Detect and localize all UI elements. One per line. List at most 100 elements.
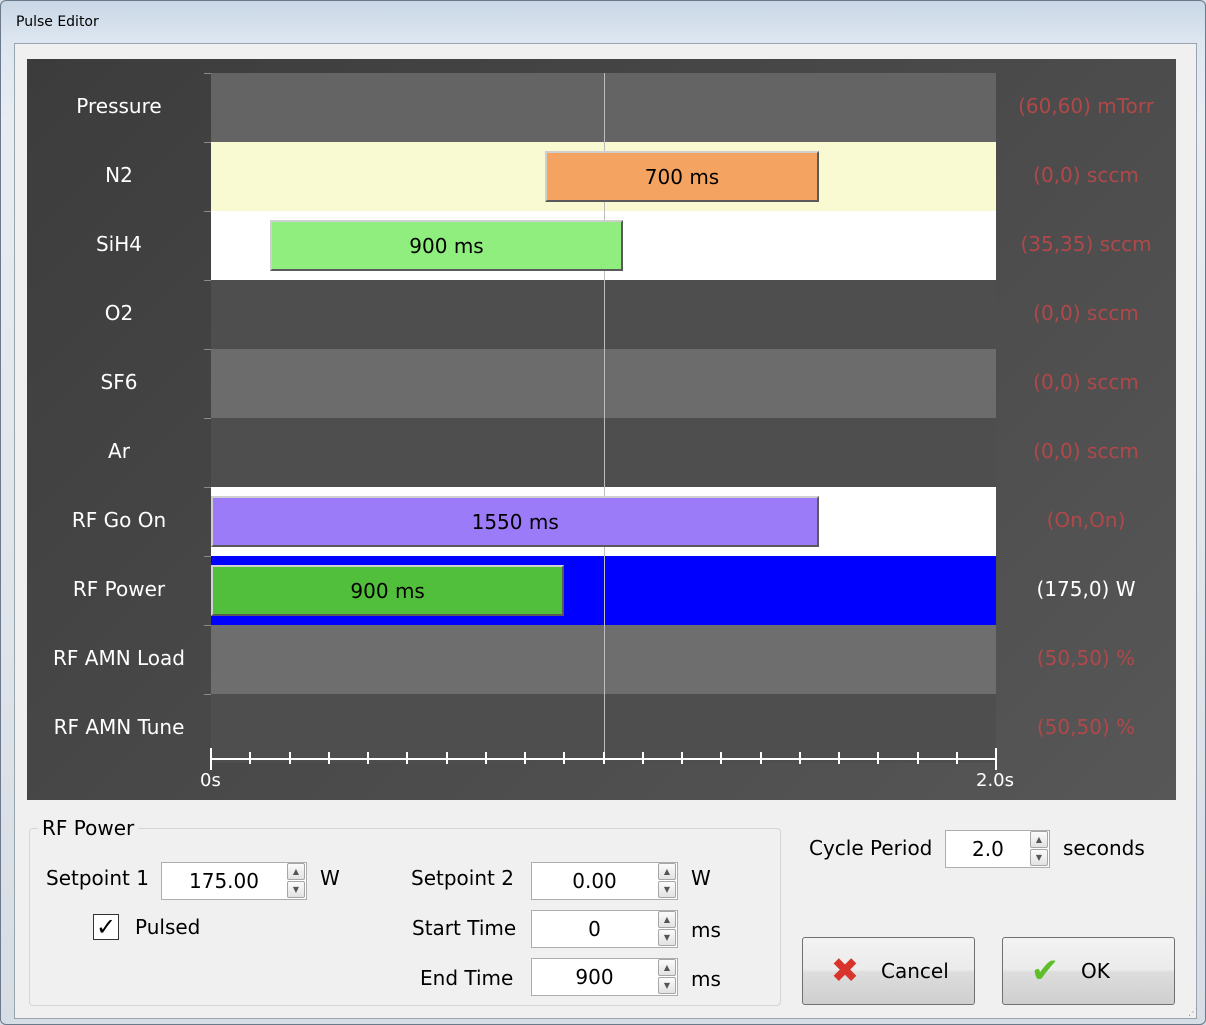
start-time-spinner[interactable]: 0 ▲ ▼ <box>531 910 678 948</box>
axis-tick <box>524 752 526 764</box>
axis-tick <box>288 752 291 764</box>
row-value: (0,0) sccm <box>1033 301 1139 325</box>
row-divider-tick <box>204 487 211 488</box>
pulsed-label: Pulsed <box>135 915 201 939</box>
pulse-bar-label: 900 ms <box>350 578 425 603</box>
cycle-period-spinner[interactable]: 2.0 ▲ ▼ <box>945 830 1050 868</box>
start-time-input[interactable]: 0 <box>532 911 657 947</box>
pulse-bar-label: 700 ms <box>644 164 720 189</box>
cycle-period-unit: seconds <box>1063 836 1145 860</box>
axis-tick <box>720 752 723 764</box>
setpoint2-label: Setpoint 2 <box>411 866 514 890</box>
pulse-bar-label: 1550 ms <box>471 509 559 534</box>
checkmark-icon: ✓ <box>95 913 117 941</box>
row-value: (175,0) W <box>1036 577 1136 601</box>
cancel-button[interactable]: ✖ Cancel <box>802 937 975 1005</box>
axis-tick <box>445 752 448 764</box>
cycle-period-input[interactable]: 2.0 <box>946 831 1029 867</box>
row-divider-tick <box>204 694 211 695</box>
start-time-down-button[interactable]: ▼ <box>658 929 676 946</box>
end-time-spinner[interactable]: 900 ▲ ▼ <box>531 958 678 996</box>
row-value: (50,50) % <box>1036 646 1136 670</box>
axis-tick <box>916 752 919 764</box>
axis-tick <box>484 752 487 764</box>
row-divider-tick <box>204 418 211 419</box>
cancel-button-label: Cancel <box>881 959 949 983</box>
pulse-bar-label: 900 ms <box>409 233 484 258</box>
end-time-down-button[interactable]: ▼ <box>658 977 676 994</box>
row-label: Ar <box>108 439 130 463</box>
row-label: SiH4 <box>95 232 142 256</box>
green-check-icon: ✔ <box>1030 951 1060 991</box>
axis-tick <box>210 748 212 770</box>
pulsed-checkbox[interactable]: ✓ <box>93 914 119 940</box>
row-divider-tick <box>204 211 211 212</box>
start-time-up-button[interactable]: ▲ <box>658 911 676 928</box>
pulse-bar[interactable]: 1550 ms <box>211 496 820 547</box>
row-label: N2 <box>105 163 133 187</box>
end-time-up-button[interactable]: ▲ <box>658 959 676 976</box>
ok-button[interactable]: ✔ OK <box>1002 937 1175 1005</box>
setpoint1-down-button[interactable]: ▼ <box>287 881 305 898</box>
row-value: (0,0) sccm <box>1033 370 1139 394</box>
setpoint1-spinner[interactable]: 175.00 ▲ ▼ <box>161 862 307 900</box>
setpoint2-unit: W <box>691 866 711 890</box>
row-divider-tick <box>204 556 211 557</box>
row-label: RF AMN Load <box>53 646 185 670</box>
row-value: (0,0) sccm <box>1033 439 1139 463</box>
row-divider-tick <box>204 280 211 281</box>
axis-tick <box>877 752 880 764</box>
setpoint1-input[interactable]: 175.00 <box>162 863 286 899</box>
row-label: O2 <box>104 301 134 325</box>
axis-tick <box>955 752 958 764</box>
setpoint2-down-button[interactable]: ▼ <box>658 881 676 898</box>
axis-tick <box>641 752 644 764</box>
axis-start-label: 0s <box>200 770 221 791</box>
rf-power-group-title: RF Power <box>38 816 139 840</box>
start-time-unit: ms <box>691 918 721 942</box>
setpoint1-label: Setpoint 1 <box>46 866 149 890</box>
red-x-icon: ✖ <box>830 951 860 991</box>
axis-tick <box>798 752 801 764</box>
row-divider-tick <box>204 142 211 143</box>
row-divider-tick <box>204 349 211 350</box>
row-divider-tick <box>204 73 211 74</box>
axis-tick <box>367 752 369 764</box>
row-value: (0,0) sccm <box>1033 163 1139 187</box>
end-time-input[interactable]: 900 <box>532 959 657 995</box>
setpoint2-input[interactable]: 0.00 <box>532 863 657 899</box>
resize-grip-icon[interactable]: ⋰ <box>1188 1007 1200 1019</box>
pulse-bar[interactable]: 900 ms <box>211 565 565 616</box>
setpoint2-up-button[interactable]: ▲ <box>658 863 676 880</box>
cycle-period-label: Cycle Period <box>809 836 933 860</box>
pulse-bar[interactable]: 900 ms <box>269 220 624 271</box>
axis-tick <box>759 752 762 764</box>
axis-tick <box>681 752 683 764</box>
row-divider-tick <box>204 625 211 626</box>
setpoint1-unit: W <box>320 866 340 890</box>
axis-tick <box>249 752 252 764</box>
cycle-period-up-button[interactable]: ▲ <box>1030 831 1048 848</box>
start-time-label: Start Time <box>412 916 517 940</box>
pulse-bar[interactable]: 700 ms <box>544 151 820 202</box>
axis-tick <box>563 752 566 764</box>
window-title: Pulse Editor <box>16 14 99 30</box>
row-value: (60,60) mTorr <box>1018 94 1154 118</box>
row-label: RF Go On <box>71 508 167 532</box>
setpoint1-up-button[interactable]: ▲ <box>287 863 305 880</box>
row-label: Pressure <box>76 94 162 118</box>
row-value: (On,On) <box>1046 508 1126 532</box>
ok-button-label: OK <box>1081 959 1110 983</box>
row-label: RF Power <box>72 577 166 601</box>
axis-tick <box>838 752 840 764</box>
axis-end-label: 2.0s <box>976 770 1015 791</box>
row-label: RF AMN Tune <box>53 715 185 739</box>
setpoint2-spinner[interactable]: 0.00 ▲ ▼ <box>531 862 678 900</box>
pulse-timeline-chart[interactable]: Pressure (60,60) mTorr N2 (0,0) sccm SiH4 (35… <box>27 59 1176 800</box>
cycle-period-down-button[interactable]: ▼ <box>1030 849 1048 866</box>
row-label: SF6 <box>100 370 138 394</box>
row-value: (50,50) % <box>1036 715 1136 739</box>
end-time-unit: ms <box>691 967 721 991</box>
row-value: (35,35) sccm <box>1020 232 1152 256</box>
title-bar[interactable]: Pulse Editor <box>1 1 1205 43</box>
